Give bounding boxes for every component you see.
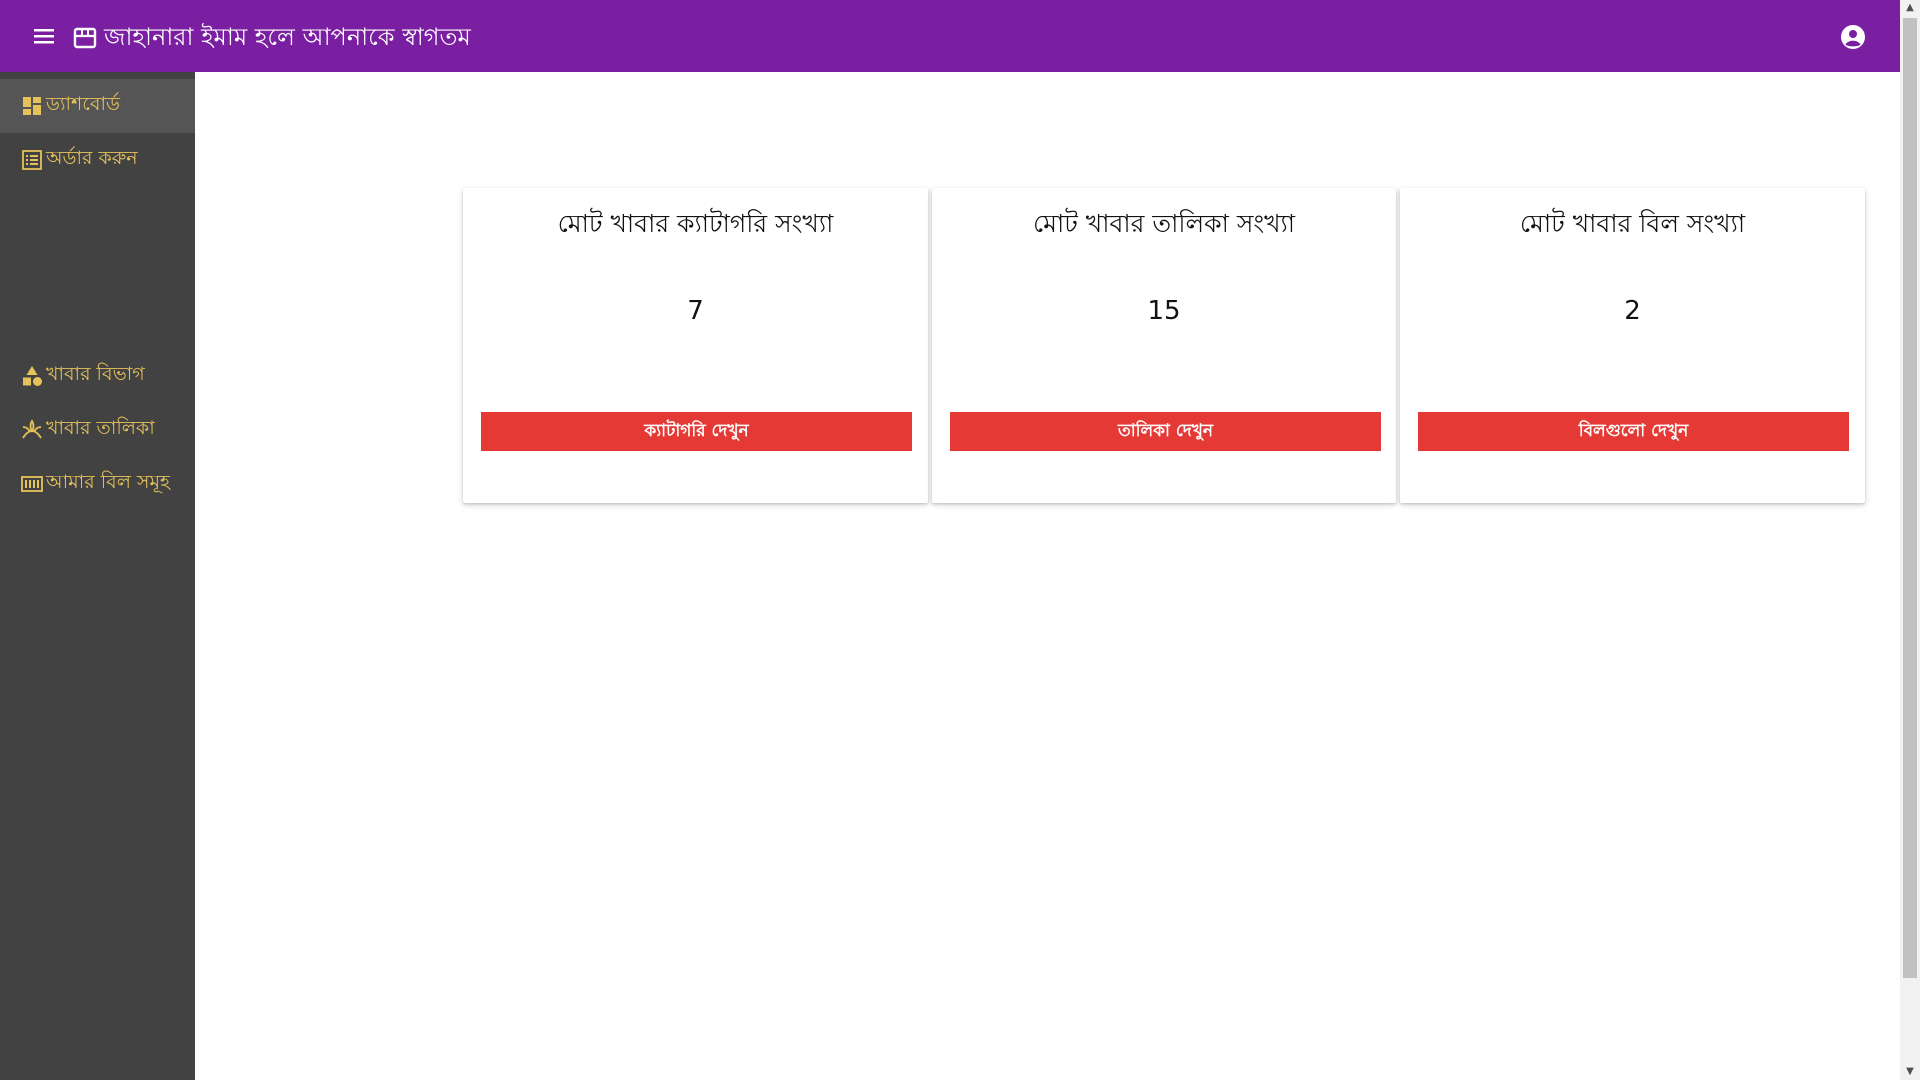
app-title: জাহানারা ইমাম হলে আপনাকে স্বাগতম — [104, 23, 471, 51]
view-bills-button[interactable]: বিলগুলো দেখুন — [1418, 412, 1849, 451]
top-app-bar: জাহানারা ইমাম হলে আপনাকে স্বাগতম — [0, 0, 1900, 72]
bill-count-card: মোট খাবার বিল সংখ্যা 2 বিলগুলো দেখুন — [1400, 188, 1865, 503]
bill-icon — [20, 472, 44, 496]
category-count-card: মোট খাবার ক্যাটাগরি সংখ্যা 7 ক্যাটাগরি দ… — [463, 188, 928, 503]
card-count: 15 — [1147, 296, 1181, 326]
list-icon — [20, 148, 44, 172]
scrollbar-thumb[interactable] — [1903, 18, 1917, 978]
food-list-count-card: মোট খাবার তালিকা সংখ্যা 15 তালিকা দেখুন — [932, 188, 1396, 503]
view-food-list-button[interactable]: তালিকা দেখুন — [950, 412, 1381, 451]
vertical-scrollbar[interactable]: ▲ ▼ — [1900, 0, 1920, 1080]
card-count: 2 — [1624, 296, 1641, 326]
card-title: মোট খাবার ক্যাটাগরি সংখ্যা — [557, 209, 834, 238]
sidebar-item-my-bills[interactable]: আমার বিল সমূহ — [0, 457, 195, 511]
sidebar-item-food-list[interactable]: খাবার তালিকা — [0, 403, 195, 457]
sidebar-item-dashboard[interactable]: ড্যাশবোর্ড — [0, 79, 195, 133]
dashboard-icon — [20, 94, 44, 118]
sidebar-item-label: অর্ডার করুন — [46, 147, 138, 169]
category-icon — [20, 364, 44, 388]
sidebar-item-label: আমার বিল সমূহ — [46, 471, 171, 493]
sidebar-item-order[interactable]: অর্ডার করুন — [0, 133, 195, 187]
view-categories-button[interactable]: ক্যাটাগরি দেখুন — [481, 412, 912, 451]
sidebar-item-label: ড্যাশবোর্ড — [46, 93, 120, 115]
card-title: মোট খাবার তালিকা সংখ্যা — [1032, 209, 1296, 238]
menu-icon[interactable] — [30, 24, 60, 48]
sidebar-item-label: খাবার তালিকা — [46, 417, 155, 439]
spa-icon — [20, 418, 44, 442]
sidebar-item-label: খাবার বিভাগ — [46, 363, 145, 385]
sidebar-item-food-category[interactable]: খাবার বিভাগ — [0, 349, 195, 403]
sidebar: ড্যাশবোর্ড অর্ডার করুন খাবার বিভাগ খাবার… — [0, 72, 195, 1080]
scroll-down-icon[interactable]: ▼ — [1900, 1064, 1920, 1080]
account-circle-icon[interactable] — [1840, 24, 1866, 50]
card-title: মোট খাবার বিল সংখ্যা — [1519, 209, 1746, 238]
scroll-up-icon[interactable]: ▲ — [1900, 0, 1920, 16]
card-count: 7 — [687, 296, 704, 326]
store-icon — [72, 26, 98, 50]
